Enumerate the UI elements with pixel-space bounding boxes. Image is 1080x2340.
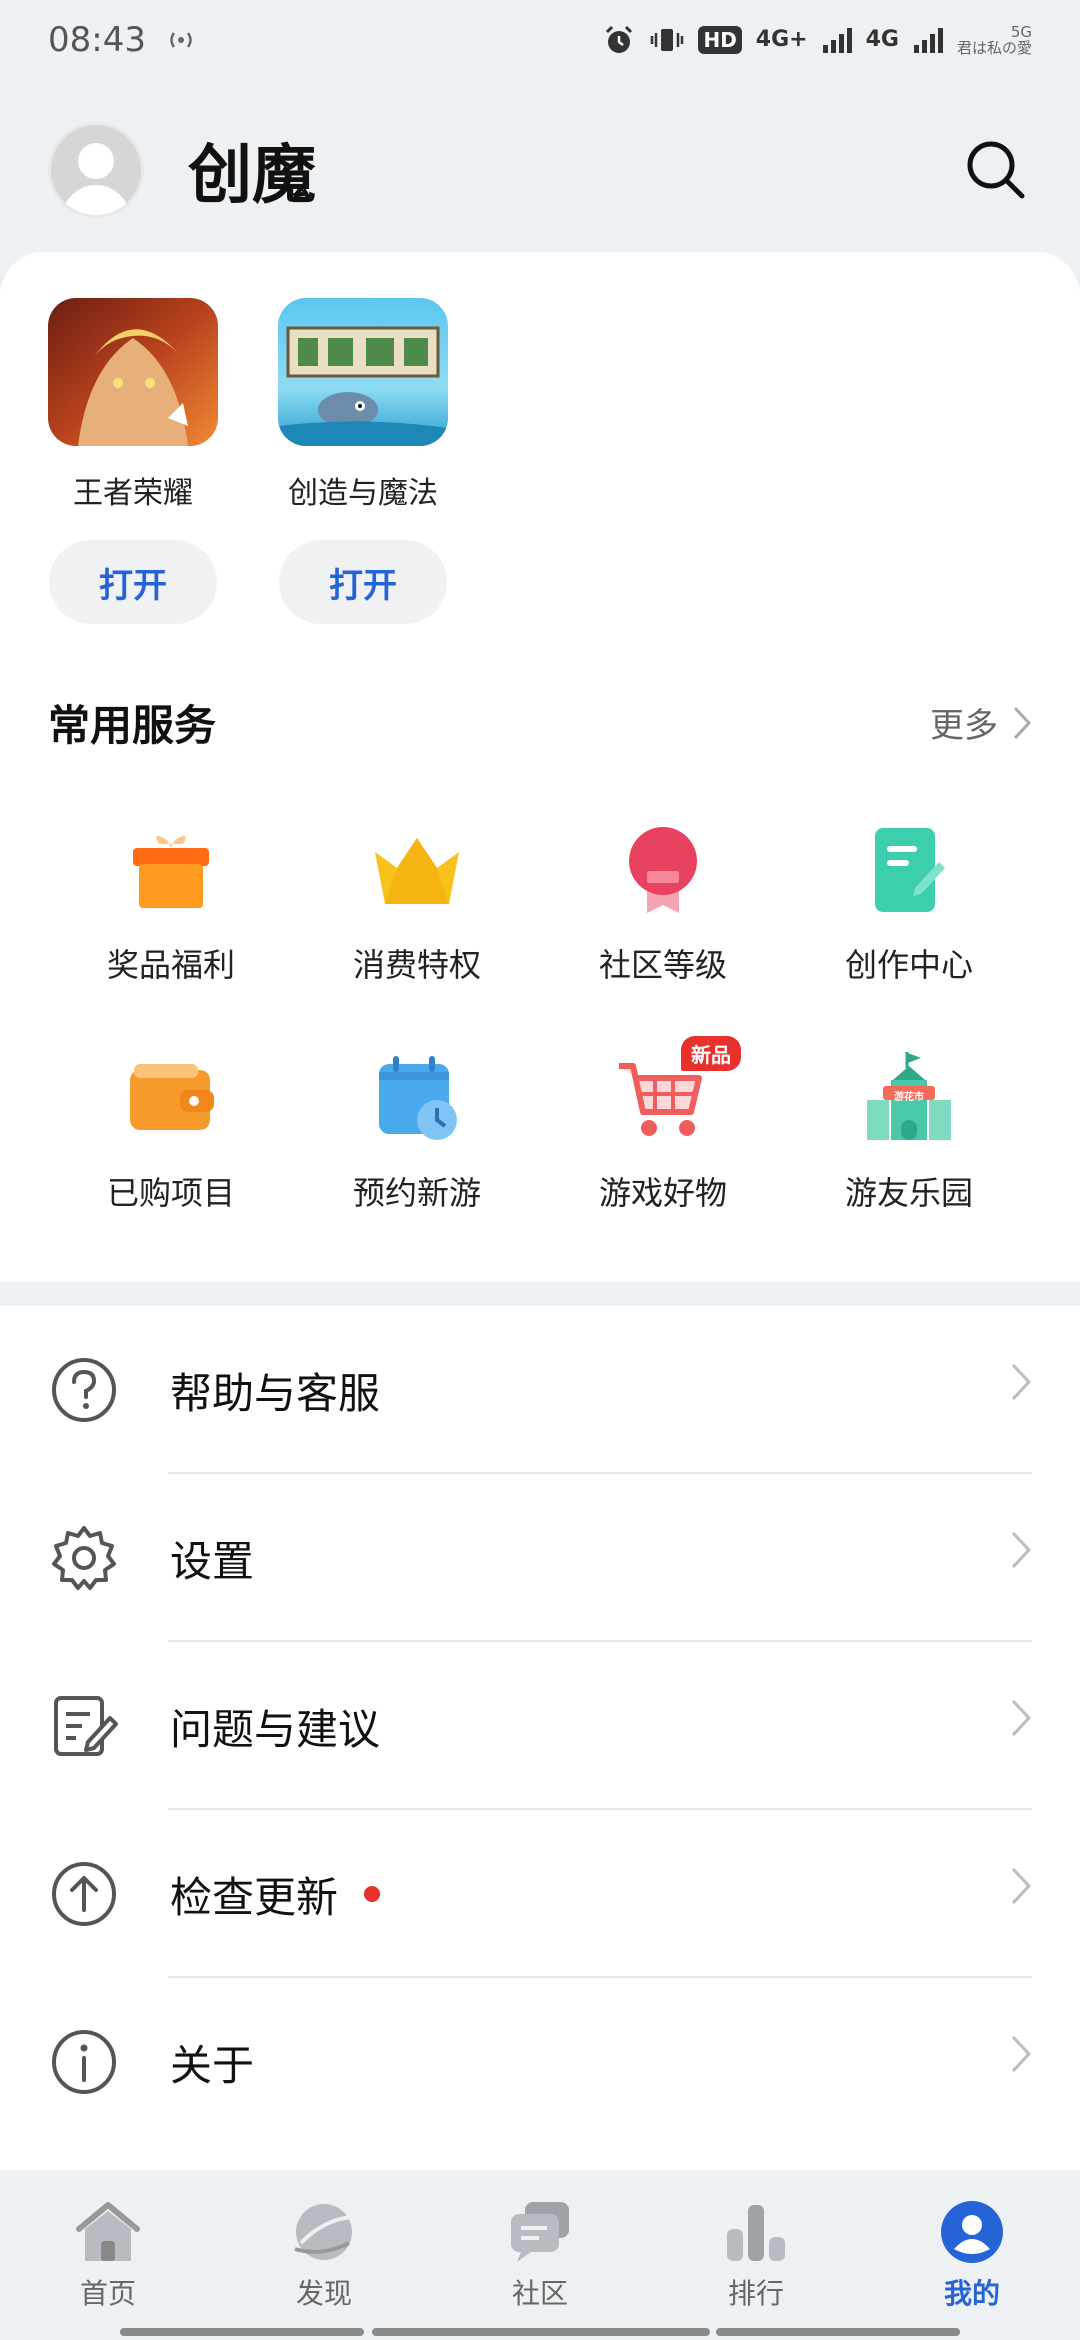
service-purchased[interactable]: 已购项目 — [48, 1050, 294, 1214]
shopping-cart-icon: 新品 — [615, 1036, 741, 1146]
nav-indicator — [372, 2328, 710, 2336]
chevron-right-icon — [1011, 1699, 1032, 1737]
tab-home[interactable]: 首页 — [0, 2172, 216, 2340]
crown-icon — [369, 822, 465, 918]
castle-icon: 游花市 — [861, 1050, 957, 1146]
hotspot-icon — [164, 22, 198, 58]
chevron-right-icon — [1011, 2035, 1032, 2073]
community-icon — [504, 2198, 576, 2266]
update-icon — [48, 1858, 120, 1930]
open-button[interactable]: 打开 — [279, 540, 447, 624]
help-icon — [48, 1354, 120, 1426]
calendar-clock-icon — [369, 1050, 465, 1146]
ranking-icon — [720, 2198, 792, 2266]
open-button[interactable]: 打开 — [49, 540, 217, 624]
create-and-magic-icon[interactable] — [278, 298, 448, 446]
honor-of-kings-icon[interactable] — [48, 298, 218, 446]
vibrate-icon — [650, 22, 684, 58]
chevron-right-icon — [1013, 706, 1032, 739]
carrier-label: 5G 君は私の愛 — [956, 22, 1032, 57]
profile-icon — [936, 2198, 1008, 2266]
chevron-right-icon — [1011, 1867, 1032, 1905]
edit-document-icon — [861, 822, 957, 918]
game-item-create-and-magic: 创造与魔法 打开 — [278, 298, 448, 624]
status-time: 08:43 — [48, 20, 146, 60]
service-creator-center[interactable]: 创作中心 — [786, 822, 1032, 986]
more-link[interactable]: 更多 — [930, 698, 1032, 747]
feedback-icon — [48, 1690, 120, 1762]
tab-ranking[interactable]: 排行 — [648, 2172, 864, 2340]
castle-sign: 游花市 — [894, 1092, 924, 1103]
service-rewards[interactable]: 奖品福利 — [48, 822, 294, 986]
new-badge: 新品 — [681, 1036, 741, 1071]
game-name: 创造与魔法 — [288, 476, 438, 511]
game-item-honor-of-kings: 王者荣耀 打开 — [48, 298, 218, 624]
services-title: 常用服务 — [48, 701, 217, 750]
more-label: 更多 — [930, 706, 998, 746]
recent-games: 王者荣耀 打开 创造与魔法 打开 — [48, 298, 448, 624]
chevron-right-icon — [1011, 1531, 1032, 1569]
tab-profile[interactable]: 我的 — [864, 2172, 1080, 2340]
hd-badge: HD — [698, 26, 742, 54]
username: 创魔 — [188, 139, 316, 213]
status-bar: 08:43 HD 4G+ 4G 5G 君は私の愛 — [0, 0, 1080, 80]
menu-item-help[interactable]: 帮助与客服 — [0, 1306, 1080, 1474]
nav-indicator — [120, 2328, 364, 2336]
network-4g: 4G — [865, 27, 899, 52]
medal-icon — [615, 822, 711, 918]
tab-discover[interactable]: 发现 — [216, 2172, 432, 2340]
menu-item-feedback[interactable]: 问题与建议 — [0, 1642, 1080, 1810]
search-button[interactable] — [960, 134, 1032, 206]
service-community-level[interactable]: 社区等级 — [540, 822, 786, 986]
signal-icon-2 — [913, 22, 943, 58]
bottom-tab-bar: 首页 发现 社区 排行 我的 — [0, 2172, 1080, 2340]
game-name: 王者荣耀 — [73, 476, 193, 511]
chevron-right-icon — [1011, 1363, 1032, 1401]
main-card: 王者荣耀 打开 创造与魔法 打开 常用服务 更多 奖品福利 消费特权 社区等级 … — [0, 252, 1080, 1282]
home-icon — [72, 2198, 144, 2266]
gift-icon — [123, 822, 219, 918]
profile-header: 创魔 — [0, 110, 1080, 230]
nav-indicator — [716, 2328, 960, 2336]
avatar[interactable] — [48, 122, 144, 218]
settings-list: 帮助与客服 设置 问题与建议 检查更新 关于 — [0, 1306, 1080, 2170]
services-header: 常用服务 更多 — [48, 692, 1032, 753]
service-gamer-park[interactable]: 游花市 游友乐园 — [786, 1050, 1032, 1214]
signal-icon — [822, 22, 852, 58]
menu-item-settings[interactable]: 设置 — [0, 1474, 1080, 1642]
menu-item-check-update[interactable]: 检查更新 — [0, 1810, 1080, 1978]
tab-community[interactable]: 社区 — [432, 2172, 648, 2340]
alarm-icon — [602, 22, 636, 58]
service-game-goods[interactable]: 新品 游戏好物 — [540, 1036, 786, 1214]
update-dot — [364, 1886, 381, 1902]
discover-icon — [288, 2198, 360, 2266]
network-4g-plus: 4G+ — [755, 27, 808, 52]
menu-item-about[interactable]: 关于 — [0, 1978, 1080, 2146]
info-icon — [48, 2026, 120, 2098]
search-icon — [967, 141, 1025, 199]
settings-icon — [48, 1522, 120, 1594]
wallet-icon — [123, 1050, 219, 1146]
service-privileges[interactable]: 消费特权 — [294, 822, 540, 986]
service-reserve[interactable]: 预约新游 — [294, 1050, 540, 1214]
services-grid: 奖品福利 消费特权 社区等级 创作中心 已购项目 预约新游 新品 游戏好物 游花… — [48, 822, 1032, 1214]
